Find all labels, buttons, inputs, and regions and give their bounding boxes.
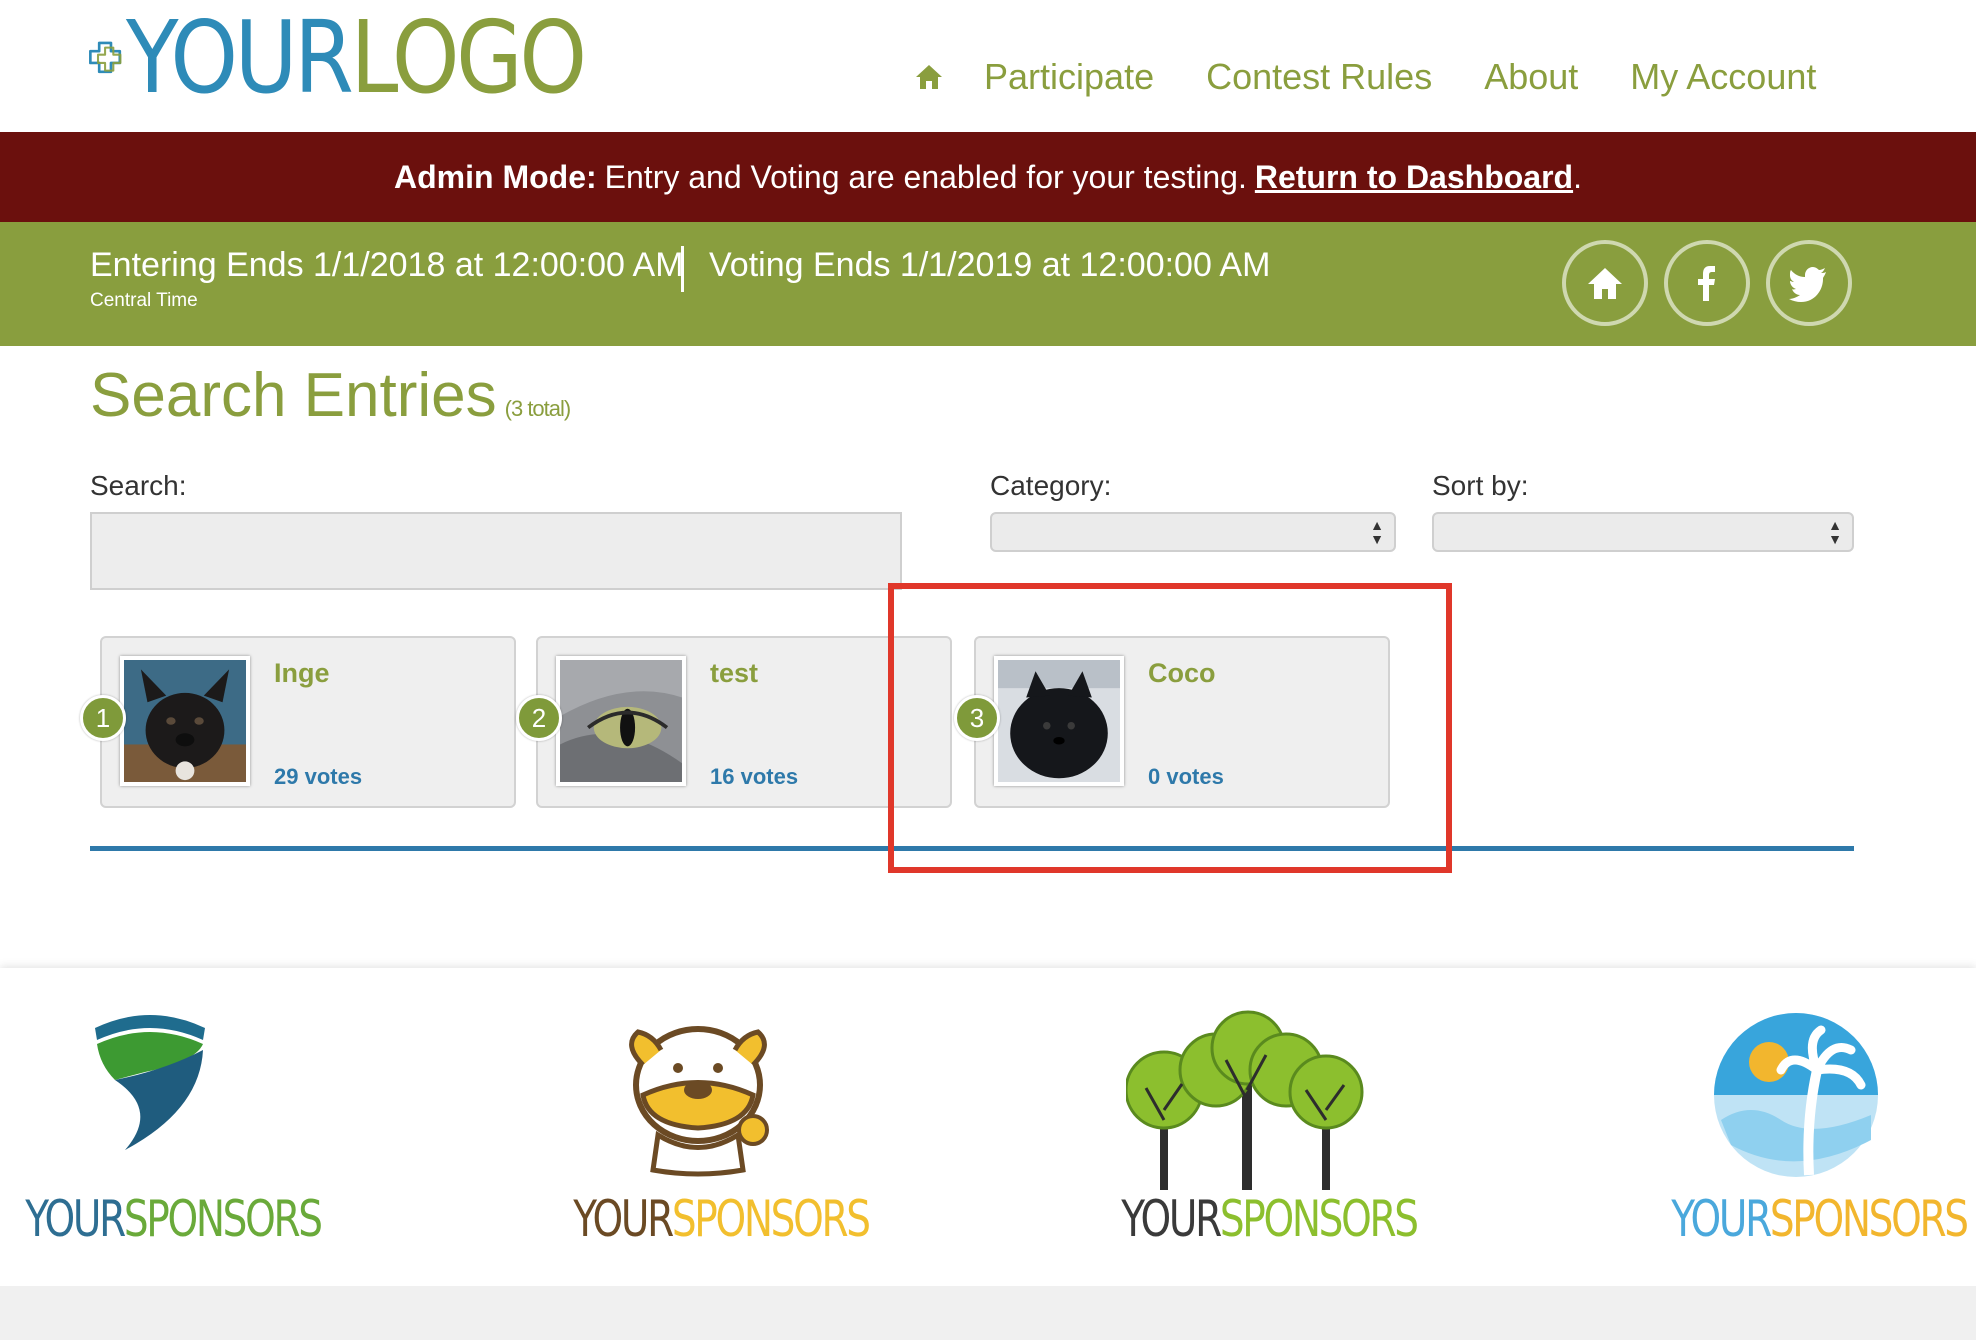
logo-cross-icon <box>89 41 122 74</box>
admin-mode-bar: Admin Mode: Entry and Voting are enabled… <box>0 132 1976 222</box>
entry-photo[interactable] <box>556 656 686 786</box>
logo-text: YOURLOGO <box>125 0 587 116</box>
sponsor-text: YOURSPONSORS <box>1671 1190 1969 1248</box>
entry-name[interactable]: Inge <box>274 658 330 689</box>
sponsors-strip: YOURSPONSORS YOURSPONSORS YOURSPONSORS Y… <box>0 968 1976 1286</box>
sponsor-logo-beach[interactable]: YOURSPONSORS <box>1636 968 1969 1286</box>
sponsor-text: YOURSPONSORS <box>573 1190 871 1248</box>
sponsor-logo-shield[interactable]: YOURSPONSORS <box>0 968 323 1286</box>
category-label: Category: <box>990 470 1112 501</box>
select-arrows-icon: ▲ ▼ <box>1828 517 1842 547</box>
logo-text-your: YOUR <box>125 0 354 116</box>
entry-card-inge[interactable]: Inge 29 votes <box>100 636 516 808</box>
logo-text-logo: LOGO <box>350 0 587 116</box>
admin-mode-label: Admin Mode: <box>394 158 597 195</box>
entry-name[interactable]: test <box>710 658 758 689</box>
trees-icon <box>1126 1010 1364 1190</box>
footer-area <box>0 1286 1976 1340</box>
facebook-icon <box>1698 266 1715 301</box>
timezone-text: Central Time <box>90 290 198 311</box>
sort-select[interactable]: ▲ ▼ <box>1432 512 1854 552</box>
page-title: Search Entries (3 total) <box>90 360 572 431</box>
sponsor-text-sponsors: SPONSORS <box>1769 1190 1969 1248</box>
entry-votes: 29 votes <box>274 764 363 789</box>
sponsor-text-your: YOUR <box>1121 1190 1222 1248</box>
entry-rank-badge: 2 <box>516 695 562 741</box>
sponsor-text-your: YOUR <box>1671 1190 1772 1248</box>
site-logo[interactable]: YOURLOGO <box>88 0 658 115</box>
sponsor-text: YOURSPONSORS <box>25 1190 323 1248</box>
sponsor-text-your: YOUR <box>25 1190 126 1248</box>
bulldog-icon <box>629 1026 769 1177</box>
nav-about[interactable]: About <box>1484 56 1578 98</box>
twitter-share-button[interactable] <box>1766 240 1852 326</box>
sort-label: Sort by: <box>1432 470 1529 501</box>
entry-rank-badge: 1 <box>80 695 126 741</box>
facebook-share-button[interactable] <box>1664 240 1750 326</box>
sponsor-text-sponsors: SPONSORS <box>671 1190 871 1248</box>
main-nav: Participate Contest Rules About My Accou… <box>914 56 1816 98</box>
entry-photo[interactable] <box>120 656 250 786</box>
sponsor-text-sponsors: SPONSORS <box>123 1190 323 1248</box>
highlight-box <box>888 583 1452 873</box>
sponsor-logo-trees[interactable]: YOURSPONSORS <box>1086 968 1419 1286</box>
entry-votes: 16 votes <box>710 764 799 789</box>
search-label: Search: <box>90 470 187 501</box>
page-title-text: Search Entries <box>90 361 497 430</box>
admin-mode-suffix: . <box>1573 158 1582 195</box>
nav-my-account[interactable]: My Account <box>1630 56 1816 98</box>
home-icon[interactable] <box>914 62 944 92</box>
sponsor-logo-bulldog[interactable]: YOURSPONSORS <box>538 968 871 1286</box>
site-header: YOURLOGO Participate Contest Rules About… <box>0 0 1976 132</box>
home-icon <box>1588 268 1622 299</box>
dog-photo-image <box>124 660 246 782</box>
palm-beach-icon <box>1714 1013 1878 1177</box>
home-social-button[interactable] <box>1562 240 1648 326</box>
category-select[interactable]: ▲ ▼ <box>990 512 1396 552</box>
shield-icon <box>95 1015 205 1150</box>
entering-ends-text: Entering Ends 1/1/2018 at 12:00:00 AM <box>90 246 684 284</box>
sponsor-text: YOURSPONSORS <box>1121 1190 1419 1248</box>
nav-contest-rules[interactable]: Contest Rules <box>1206 56 1432 98</box>
voting-ends-text: Voting Ends 1/1/2019 at 12:00:00 AM <box>709 246 1271 284</box>
return-to-dashboard-link[interactable]: Return to Dashboard <box>1255 159 1573 196</box>
sponsor-text-sponsors: SPONSORS <box>1219 1190 1419 1248</box>
admin-mode-message: Entry and Voting are enabled for your te… <box>604 158 1247 195</box>
twitter-icon <box>1789 267 1826 302</box>
select-arrows-icon: ▲ ▼ <box>1370 517 1384 547</box>
entries-count: (3 total) <box>504 396 572 421</box>
dates-divider <box>681 246 684 292</box>
sponsor-text-your: YOUR <box>573 1190 674 1248</box>
cat-eye-photo-image <box>560 660 682 782</box>
search-input[interactable] <box>90 512 902 590</box>
contest-dates-bar: Entering Ends 1/1/2018 at 12:00:00 AM Vo… <box>0 222 1976 346</box>
nav-participate[interactable]: Participate <box>984 56 1154 98</box>
